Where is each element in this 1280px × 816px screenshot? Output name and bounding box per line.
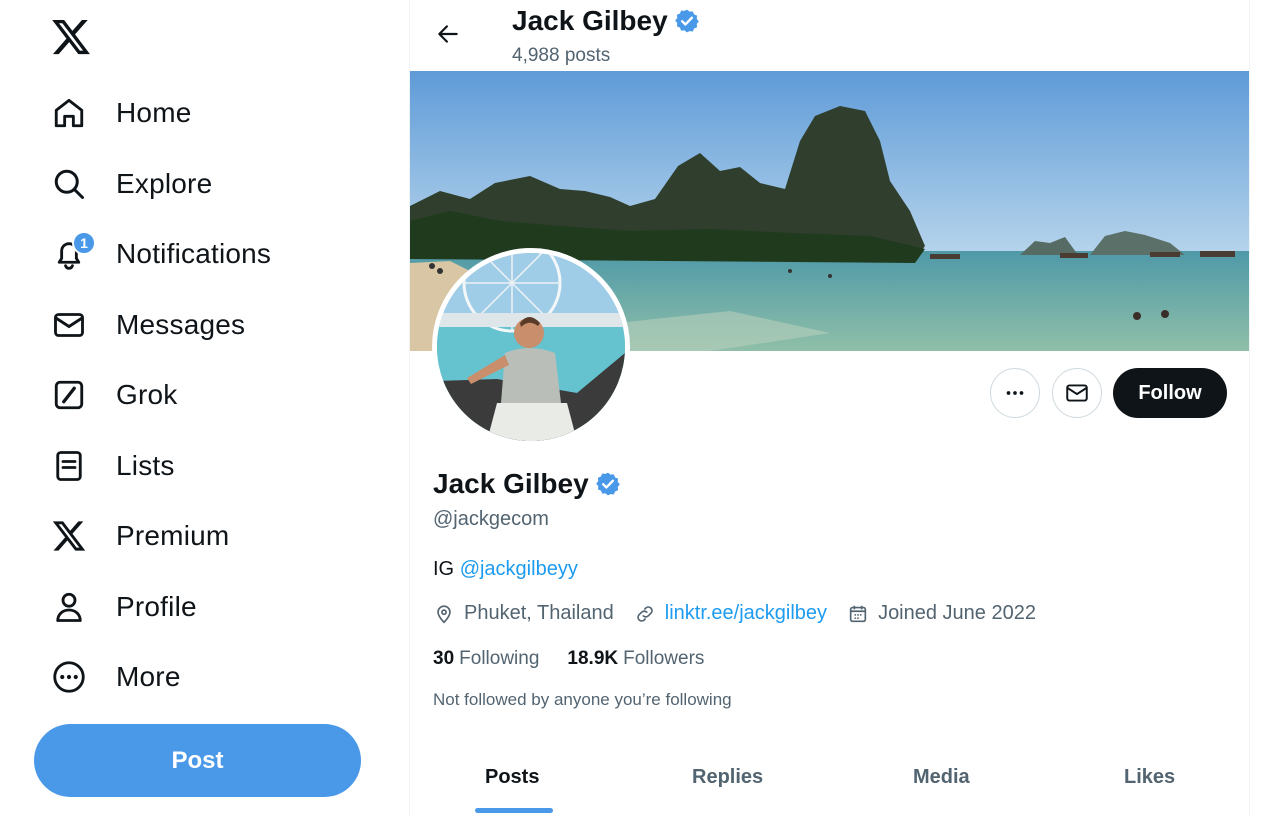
tab-posts[interactable]: Posts (485, 766, 539, 789)
x-logo-icon (50, 517, 88, 555)
nav-item-premium[interactable]: Premium (34, 507, 249, 565)
nav-item-messages[interactable]: Messages (34, 296, 265, 354)
profile-bio: IG @jackgilbeyy (433, 558, 578, 581)
profile-tabs: Posts Replies Media Likes (410, 746, 1249, 816)
nav-item-more[interactable]: More (34, 648, 201, 706)
following-link[interactable]: 30 Following (433, 648, 539, 670)
link-icon (637, 605, 653, 622)
followers-label: Followers (623, 648, 705, 669)
profile-name-row: Jack Gilbey (433, 468, 621, 500)
website-item: linktr.ee/jackgilbey (634, 602, 827, 625)
person-icon (50, 588, 88, 626)
header-name: Jack Gilbey (512, 5, 668, 36)
more-horizontal-icon (1006, 391, 1024, 395)
joined-item: Joined June 2022 (847, 602, 1036, 625)
calendar-icon (849, 605, 867, 622)
followers-count: 18.9K (567, 648, 619, 669)
location-text: Phuket, Thailand (464, 602, 614, 624)
nav-label-lists: Lists (116, 450, 175, 481)
nav-label-notifications: Notifications (116, 238, 272, 269)
nav-label-home: Home (116, 97, 192, 128)
profile-avatar[interactable] (432, 248, 630, 446)
bio-prefix: IG (433, 558, 455, 580)
profile-name: Jack Gilbey (433, 468, 589, 499)
tab-media[interactable]: Media (913, 766, 970, 789)
nav-item-notifications[interactable]: 1 Notifications (34, 225, 291, 283)
following-label: Following (459, 648, 540, 669)
nav-label-more: More (116, 661, 181, 692)
active-tab-indicator (475, 808, 553, 813)
nav-label-premium: Premium (116, 520, 230, 551)
nav-item-grok[interactable]: Grok (34, 366, 197, 424)
location-pin-icon (437, 604, 451, 623)
location-item: Phuket, Thailand (433, 602, 614, 625)
follow-stats: 30 Following 18.9K Followers (433, 648, 732, 670)
profile-column: Jack Gilbey 4,988 posts Follow Jack Gilb… (409, 0, 1250, 816)
nav-label-profile: Profile (116, 591, 197, 622)
arrow-left-icon (438, 25, 458, 43)
more-options-button[interactable] (990, 368, 1040, 418)
envelope-icon (50, 306, 88, 344)
verified-badge-icon[interactable] (595, 471, 621, 497)
following-count: 30 (433, 648, 455, 669)
nav-item-home[interactable]: Home (34, 84, 212, 142)
nav-item-explore[interactable]: Explore (34, 155, 232, 213)
follow-button[interactable]: Follow (1113, 368, 1227, 418)
joined-text: Joined June 2022 (878, 602, 1036, 624)
header-name-row: Jack Gilbey (512, 5, 700, 37)
back-button[interactable] (428, 14, 468, 54)
bell-icon: 1 (50, 231, 96, 273)
website-link[interactable]: linktr.ee/jackgilbey (665, 602, 827, 625)
nav-label-messages: Messages (116, 309, 246, 340)
nav-label-grok: Grok (116, 379, 178, 410)
list-icon (50, 447, 88, 485)
nav-item-lists[interactable]: Lists (34, 437, 195, 495)
message-button[interactable] (1052, 368, 1102, 418)
followers-link[interactable]: 18.9K Followers (567, 648, 704, 670)
profile-handle: @jackgecom (433, 508, 549, 530)
post-button[interactable]: Post (34, 724, 361, 797)
tab-replies[interactable]: Replies (692, 766, 763, 789)
nav-item-profile[interactable]: Profile (34, 578, 217, 636)
grok-icon (50, 376, 88, 414)
verified-badge-icon (674, 8, 700, 34)
home-icon (50, 94, 88, 132)
search-icon (50, 165, 88, 203)
header-post-count: 4,988 posts (512, 45, 611, 66)
envelope-icon (1066, 384, 1088, 402)
more-circle-icon (50, 658, 88, 696)
notification-badge: 1 (72, 231, 96, 255)
nav-label-explore: Explore (116, 168, 213, 199)
not-followed-notice: Not followed by anyone you’re following (433, 690, 732, 709)
bio-mention-link[interactable]: @jackgilbeyy (460, 558, 578, 580)
tab-likes[interactable]: Likes (1124, 766, 1175, 789)
profile-meta: Phuket, Thailand linktr.ee/jackgilbey Jo… (433, 602, 1056, 625)
x-logo-icon[interactable] (50, 16, 92, 58)
